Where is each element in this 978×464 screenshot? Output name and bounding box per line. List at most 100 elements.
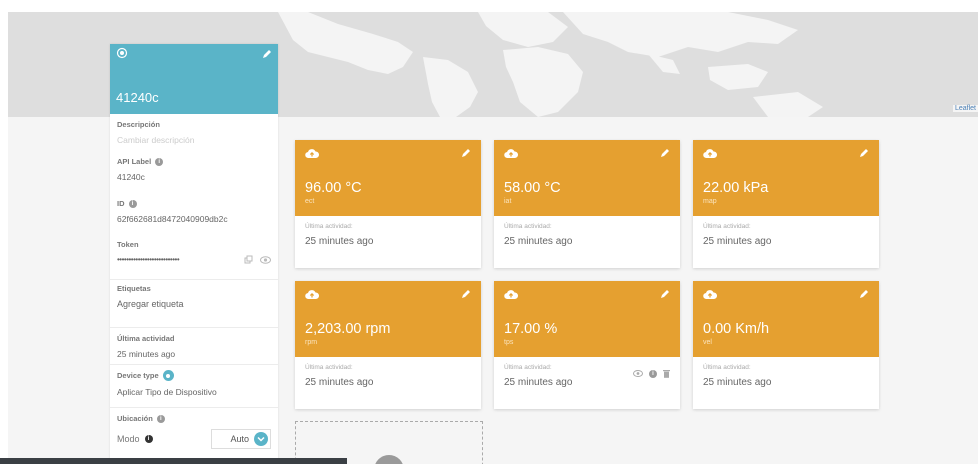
api-label-value[interactable]: 41240c	[117, 172, 271, 182]
edit-icon[interactable]	[859, 148, 869, 158]
mode-label: Modo	[117, 434, 140, 444]
card-actions: i	[633, 369, 670, 378]
token-field: Token •••••••••••••••••••••••••••	[110, 240, 278, 264]
card-value: 2,203.00 rpm	[305, 321, 391, 337]
tags-label: Etiquetas	[117, 284, 151, 293]
last-activity-label: Última actividad:	[305, 364, 353, 371]
info-icon[interactable]: i	[155, 157, 164, 166]
device-type-field: Device type Aplicar Tipo de Dispositivo	[110, 370, 278, 397]
card-value: 96.00 °C	[305, 180, 362, 196]
variable-card[interactable]: 0.00 Km/h vel Última actividad: 25 minut…	[693, 281, 879, 409]
device-page: Leaflet 41240c Descripción Cambiar descr…	[8, 12, 978, 464]
last-activity-label: Última actividad:	[305, 223, 353, 230]
edit-icon[interactable]	[461, 289, 471, 299]
map-attribution[interactable]: Leaflet	[952, 105, 978, 112]
variable-card[interactable]: 17.00 % tps Última actividad: 25 minutes…	[494, 281, 680, 409]
last-activity-value: 25 minutes ago	[305, 236, 374, 247]
last-activity-label: Última actividad:	[703, 223, 751, 230]
card-variable-label: map	[703, 198, 717, 205]
divider	[110, 407, 278, 408]
chevron-down-icon	[254, 432, 268, 446]
cloud-upload-icon	[305, 290, 319, 300]
description-label: Descripción	[117, 120, 160, 129]
last-activity-label: Última actividad:	[504, 364, 552, 371]
cloud-upload-icon	[305, 149, 319, 159]
mode-select[interactable]: Auto	[211, 429, 271, 449]
card-header: 0.00 Km/h vel	[693, 281, 879, 357]
divider	[110, 327, 278, 328]
trash-icon[interactable]	[663, 369, 670, 378]
device-type-header: Device type	[117, 370, 271, 381]
location-field: Ubicación i	[110, 414, 278, 423]
mode-label-group: Modo i	[117, 434, 153, 444]
last-activity-value: 25 minutes ago	[117, 349, 176, 359]
api-label-header: API Label i	[117, 157, 271, 166]
id-header: ID i	[117, 199, 271, 208]
last-activity-label: Última actividad:	[703, 364, 751, 371]
edit-icon[interactable]	[461, 148, 471, 158]
device-type-icon[interactable]	[162, 370, 174, 381]
api-label-field: API Label i 41240c	[110, 157, 278, 182]
info-icon[interactable]: i	[649, 369, 657, 378]
mode-row: Modo i Auto	[110, 429, 278, 449]
card-variable-label: rpm	[305, 339, 318, 346]
api-label-label: API Label	[117, 157, 152, 166]
copy-icon[interactable]	[244, 255, 253, 264]
cloud-upload-icon	[504, 149, 518, 159]
page: Leaflet 41240c Descripción Cambiar descr…	[0, 0, 978, 464]
last-activity-value: 25 minutes ago	[504, 377, 573, 388]
id-value: 62f662681d8472040909db2c	[117, 214, 228, 224]
device-type-value[interactable]: Aplicar Tipo de Dispositivo	[117, 387, 271, 397]
token-label: Token	[117, 240, 139, 249]
device-name[interactable]: 41240c	[116, 90, 159, 105]
cloud-upload-icon	[504, 290, 518, 300]
last-activity-value: 25 minutes ago	[703, 377, 772, 388]
mode-value: Auto	[230, 434, 249, 444]
variable-card[interactable]: 96.00 °C ect Última actividad: 25 minute…	[295, 140, 481, 268]
card-header: 96.00 °C ect	[295, 140, 481, 216]
eye-icon[interactable]	[633, 370, 643, 377]
card-header: 58.00 °C iat	[494, 140, 680, 216]
last-activity-value: 25 minutes ago	[305, 377, 374, 388]
card-header: 2,203.00 rpm rpm	[295, 281, 481, 357]
edit-device-icon[interactable]	[262, 49, 272, 59]
divider	[110, 279, 278, 280]
edit-icon[interactable]	[660, 148, 670, 158]
card-value: 58.00 °C	[504, 180, 561, 196]
last-activity-value: 25 minutes ago	[504, 236, 573, 247]
cloud-upload-icon	[703, 149, 717, 159]
edit-icon[interactable]	[660, 289, 670, 299]
token-row: •••••••••••••••••••••••••••	[117, 255, 271, 264]
card-variable-label: ect	[305, 198, 315, 205]
variable-card[interactable]: 2,203.00 rpm rpm Última actividad: 25 mi…	[295, 281, 481, 409]
card-header: 17.00 % tps	[494, 281, 680, 357]
info-icon[interactable]: i	[144, 435, 153, 443]
card-variable-label: vel	[703, 339, 712, 346]
tags-field: Etiquetas Agregar etiqueta	[110, 284, 278, 309]
token-value: •••••••••••••••••••••••••••	[117, 255, 180, 264]
card-value: 22.00 kPa	[703, 180, 769, 196]
variable-card[interactable]: 22.00 kPa map Última actividad: 25 minut…	[693, 140, 879, 268]
bottom-status-bar	[0, 458, 347, 464]
device-type-label: Device type	[117, 371, 159, 380]
id-field: ID i 62f662681d8472040909db2c	[110, 199, 278, 224]
info-icon[interactable]: i	[128, 199, 137, 208]
add-tag-input[interactable]: Agregar etiqueta	[117, 299, 271, 309]
edit-icon[interactable]	[859, 289, 869, 299]
description-input[interactable]: Cambiar descripción	[117, 135, 271, 145]
location-header: Ubicación i	[117, 414, 271, 423]
device-header: 41240c	[110, 44, 278, 114]
info-icon[interactable]: i	[156, 414, 165, 423]
last-activity-value: 25 minutes ago	[703, 236, 772, 247]
last-activity-field: Última actividad 25 minutes ago	[110, 334, 278, 359]
variable-card[interactable]: 58.00 °C iat Última actividad: 25 minute…	[494, 140, 680, 268]
card-value: 17.00 %	[504, 321, 558, 337]
last-activity-label: Última actividad	[117, 334, 175, 343]
card-header: 22.00 kPa map	[693, 140, 879, 216]
device-location-icon	[116, 47, 128, 59]
token-actions	[244, 255, 271, 264]
device-sidebar: 41240c Descripción Cambiar descripción A…	[110, 44, 278, 464]
cloud-upload-icon	[703, 290, 717, 300]
description-field: Descripción Cambiar descripción	[110, 120, 278, 145]
eye-icon[interactable]	[260, 255, 271, 264]
